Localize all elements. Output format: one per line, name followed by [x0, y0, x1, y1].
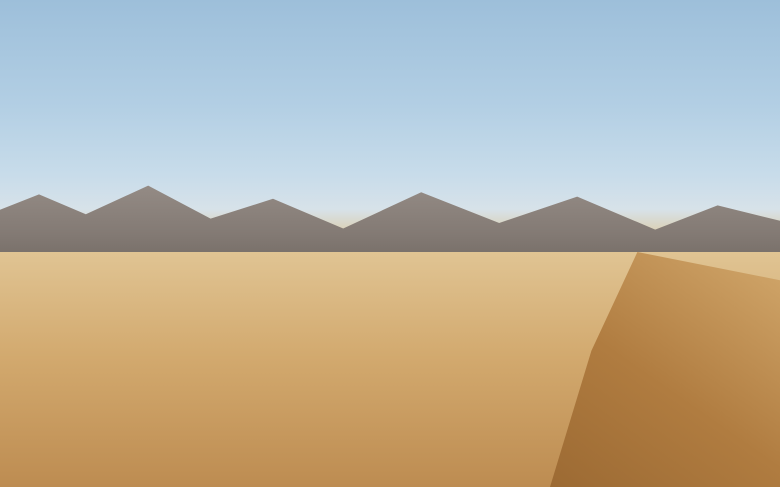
desktop: Microsoft Edge File Edit View History Fa…	[0, 0, 780, 487]
